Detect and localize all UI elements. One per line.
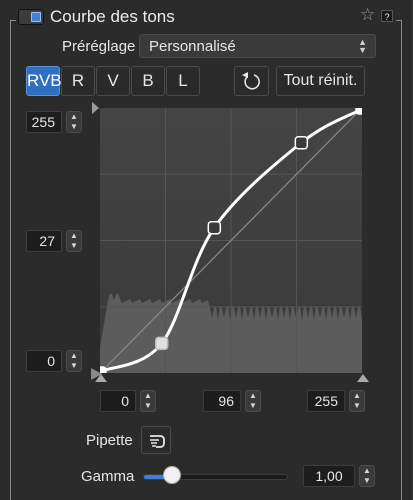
gamma-slider-thumb[interactable] bbox=[163, 466, 181, 484]
curve-control-point[interactable] bbox=[154, 336, 169, 351]
panel-title: Courbe des tons bbox=[50, 7, 175, 26]
input-black-stepper[interactable]: ▲ ▼ bbox=[140, 390, 156, 412]
output-low-input[interactable]: 0 bbox=[26, 350, 62, 372]
arrow-up-icon[interactable]: ▲ bbox=[350, 391, 364, 401]
pipette-button[interactable] bbox=[141, 426, 171, 454]
preset-value: Personnalisé bbox=[149, 38, 236, 55]
channel-button-r[interactable]: R bbox=[61, 66, 95, 96]
arrow-up-icon[interactable]: ▲ bbox=[67, 231, 81, 241]
tone-curve-panel: Courbe des tons ☆ ? Préréglage Personnal… bbox=[0, 0, 413, 500]
chevron-updown-icon: ▲ ▼ bbox=[358, 37, 367, 55]
output-mid-stepper[interactable]: ▲ ▼ bbox=[66, 230, 82, 252]
help-icon[interactable]: ? bbox=[381, 10, 393, 22]
star-icon[interactable]: ☆ bbox=[360, 6, 375, 23]
curve-control-point[interactable] bbox=[294, 136, 309, 150]
panel-header: Courbe des tons ☆ ? bbox=[0, 0, 413, 34]
input-white-input[interactable]: 255 bbox=[307, 390, 345, 412]
curve-control-point[interactable] bbox=[207, 220, 222, 235]
panel-bracket-left-top bbox=[10, 20, 16, 21]
channel-button-v[interactable]: V bbox=[96, 66, 130, 96]
panel-bracket-left bbox=[10, 20, 11, 500]
reset-all-button[interactable]: Tout réinit. bbox=[276, 66, 365, 96]
reset-channel-button[interactable] bbox=[234, 66, 269, 96]
output-top-marker-icon bbox=[92, 102, 99, 114]
panel-bracket-right bbox=[401, 20, 402, 500]
output-mid-input[interactable]: 27 bbox=[26, 230, 62, 252]
arrow-down-icon[interactable]: ▼ bbox=[246, 401, 260, 411]
output-low-stepper[interactable]: ▲ ▼ bbox=[66, 350, 82, 372]
arrow-down-icon[interactable]: ▼ bbox=[360, 476, 374, 486]
input-black-marker-icon[interactable] bbox=[94, 373, 108, 383]
gamma-label: Gamma bbox=[81, 468, 135, 485]
output-high-stepper[interactable]: ▲ ▼ bbox=[66, 111, 82, 133]
input-mid-stepper[interactable]: ▲ ▼ bbox=[245, 390, 261, 412]
arrow-up-icon[interactable]: ▲ bbox=[360, 466, 374, 476]
preset-label: Préréglage bbox=[62, 38, 136, 55]
panel-enable-toggle[interactable] bbox=[18, 9, 44, 25]
pipette-label: Pipette bbox=[86, 432, 133, 449]
arrow-down-icon[interactable]: ▼ bbox=[67, 122, 81, 132]
arrow-down-icon[interactable]: ▼ bbox=[141, 401, 155, 411]
tone-curve-editor[interactable] bbox=[100, 108, 362, 373]
undo-icon bbox=[242, 72, 260, 90]
arrow-up-icon[interactable]: ▲ bbox=[67, 351, 81, 361]
panel-bracket-right-top bbox=[396, 20, 402, 21]
input-white-stepper[interactable]: ▲ ▼ bbox=[349, 390, 365, 412]
channel-button-l[interactable]: L bbox=[166, 66, 200, 96]
preset-select[interactable]: Personnalisé ▲ ▼ bbox=[139, 34, 376, 58]
arrow-up-icon[interactable]: ▲ bbox=[67, 112, 81, 122]
arrow-up-icon[interactable]: ▲ bbox=[141, 391, 155, 401]
curve-control-point[interactable] bbox=[355, 108, 362, 115]
channel-button-b[interactable]: B bbox=[131, 66, 165, 96]
toggle-knob bbox=[31, 12, 41, 22]
input-black-input[interactable]: 0 bbox=[100, 390, 136, 412]
gamma-stepper[interactable]: ▲ ▼ bbox=[359, 465, 375, 487]
arrow-down-icon[interactable]: ▼ bbox=[350, 401, 364, 411]
pipette-icon bbox=[150, 435, 165, 448]
channel-button-rvb[interactable]: RVB bbox=[26, 66, 62, 96]
input-white-marker-icon[interactable] bbox=[356, 373, 370, 383]
input-mid-input[interactable]: 96 bbox=[203, 390, 241, 412]
output-high-input[interactable]: 255 bbox=[26, 111, 62, 133]
gamma-input[interactable]: 1,00 bbox=[303, 465, 355, 487]
arrow-down-icon[interactable]: ▼ bbox=[67, 241, 81, 251]
arrow-down-icon[interactable]: ▼ bbox=[67, 361, 81, 371]
arrow-up-icon[interactable]: ▲ bbox=[246, 391, 260, 401]
